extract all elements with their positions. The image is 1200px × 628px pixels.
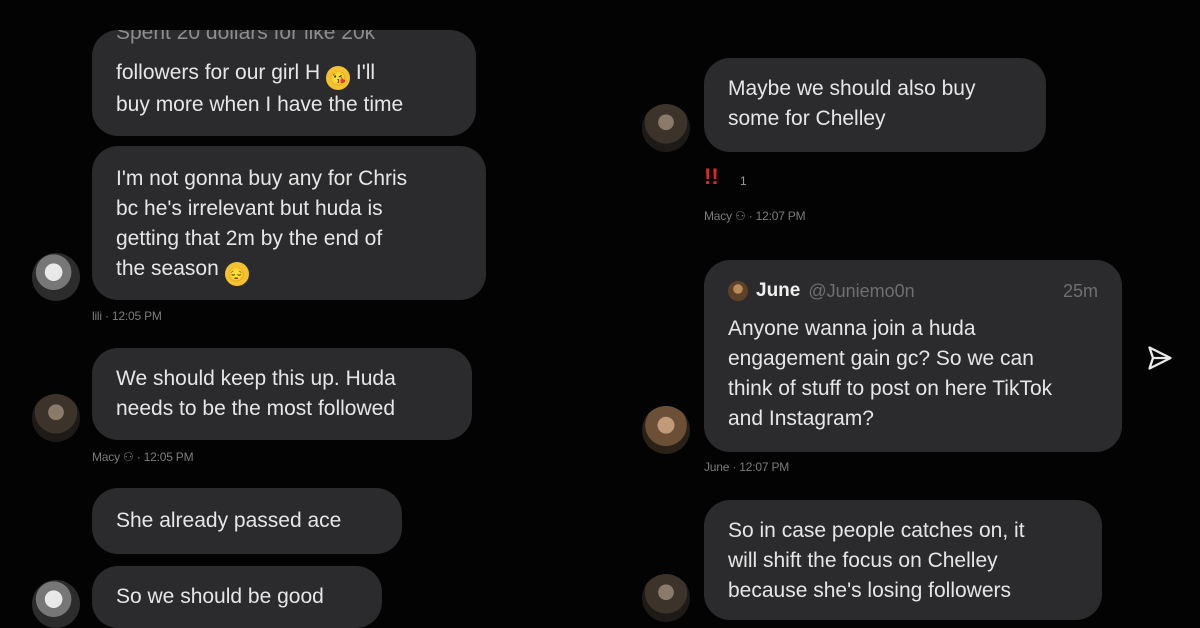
- message-text: So in case people catches on, it: [728, 519, 1025, 542]
- message-text: needs to be the most followed: [116, 397, 396, 420]
- message-text: some for Chelley: [728, 107, 886, 130]
- avatar[interactable]: [642, 574, 690, 622]
- message-text: followers for our girl H: [116, 61, 321, 84]
- message-text: buy more when I have the time: [116, 93, 404, 116]
- message-text: Maybe we should also buy: [728, 77, 976, 100]
- dm-conversation: { "left_column": { "message_1": { "line_…: [0, 0, 1200, 628]
- pensive-face-emoji-icon: 😔: [224, 262, 249, 286]
- message-bubble-keep-this-up[interactable]: We should keep this up. Huda needs to be…: [92, 348, 472, 440]
- message-bubble-buy-chelley[interactable]: Maybe we should also buy some for Chelle…: [704, 58, 1046, 152]
- shared-post-header: June @Juniemo0n 25m: [728, 278, 1098, 304]
- group-icon: ⚇: [735, 209, 746, 223]
- post-text: engagement gain gc? So we can: [728, 347, 1034, 370]
- message-text: bc he's irrelevant but huda is: [116, 197, 383, 220]
- message-bubble-not-buying-chris[interactable]: I'm not gonna buy any for Chris bc he's …: [92, 146, 486, 300]
- message-meta: June · 12:07 PM: [704, 460, 790, 474]
- double-exclamation-reaction[interactable]: !!: [704, 164, 719, 190]
- message-text: getting that 2m by the end of: [116, 227, 383, 250]
- message-text: I'll: [355, 61, 376, 84]
- avatar[interactable]: [32, 253, 80, 301]
- reaction-count: 1: [740, 174, 747, 188]
- message-text: So we should be good: [116, 585, 324, 608]
- message-bubble-buy-followers[interactable]: Spent 20 dollars for like 20k followers …: [92, 30, 476, 136]
- post-author-handle: @Juniemo0n: [808, 281, 915, 301]
- avatar[interactable]: [642, 406, 690, 454]
- winking-face-emoji-icon: 😘: [326, 66, 351, 90]
- message-text: because she's losing followers: [728, 579, 1011, 602]
- group-icon: ⚇: [123, 450, 134, 464]
- post-text: think of stuff to post on here TikTok: [728, 377, 1053, 400]
- message-bubble-shift-focus[interactable]: So in case people catches on, it will sh…: [704, 500, 1102, 620]
- message-text: We should keep this up. Huda: [116, 367, 396, 390]
- post-author-avatar: [728, 281, 748, 301]
- message-bubble-passed-ace[interactable]: She already passed ace: [92, 488, 402, 554]
- message-meta: Macy ⚇ · 12:07 PM: [704, 209, 806, 223]
- message-text: will shift the focus on Chelley: [728, 549, 998, 572]
- avatar[interactable]: [32, 580, 80, 628]
- post-author-name: June: [756, 280, 801, 301]
- shared-post-bubble[interactable]: June @Juniemo0n 25m Anyone wanna join a …: [704, 260, 1122, 452]
- message-text-cropped: Spent 20 dollars for like 20k: [116, 30, 376, 44]
- message-text: She already passed ace: [116, 509, 342, 532]
- send-arrow-icon[interactable]: [1146, 344, 1174, 372]
- message-meta: Macy ⚇ · 12:05 PM: [92, 450, 194, 464]
- avatar[interactable]: [32, 394, 80, 442]
- post-text: and Instagram?: [728, 407, 874, 430]
- message-text: the season: [116, 257, 219, 280]
- message-text: I'm not gonna buy any for Chris: [116, 167, 408, 190]
- post-text: Anyone wanna join a huda: [728, 317, 976, 340]
- message-meta: lili · 12:05 PM: [92, 309, 162, 323]
- post-timestamp: 25m: [1062, 281, 1098, 301]
- avatar[interactable]: [642, 104, 690, 152]
- message-bubble-should-be-good[interactable]: So we should be good: [92, 566, 382, 628]
